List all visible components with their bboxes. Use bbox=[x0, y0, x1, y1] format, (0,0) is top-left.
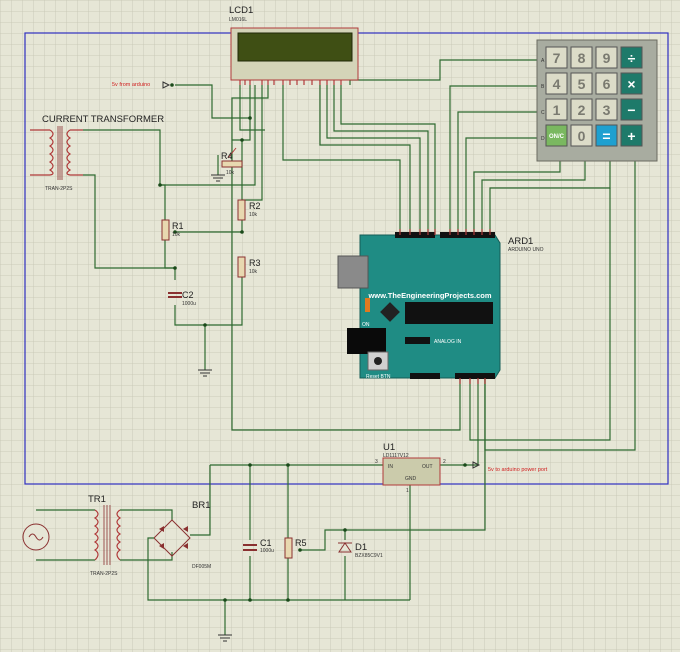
lcd-screen bbox=[237, 32, 353, 62]
key-label: − bbox=[627, 102, 635, 118]
svg-text:GND: GND bbox=[405, 476, 417, 482]
schematic-canvas[interactable]: LCD1 LM016L 7 8 9 ÷4 5 6 ×1 2 3 −ON/C 0 = + ABCD 5v … bbox=[0, 0, 680, 652]
svg-text:D1: D1 bbox=[355, 542, 367, 553]
website-label: www.TheEngineeringProjects.com bbox=[367, 291, 491, 300]
lcd-part: LM016L bbox=[229, 17, 247, 23]
svg-text:10k: 10k bbox=[249, 269, 258, 275]
svg-text:R2: R2 bbox=[249, 201, 261, 211]
key-label: 2 bbox=[578, 102, 586, 118]
keypad-row-label: C bbox=[541, 110, 545, 116]
key-3-3[interactable]: + bbox=[620, 124, 643, 147]
lcd-ref: LCD1 bbox=[229, 5, 253, 16]
key-2-2[interactable]: 3 bbox=[595, 98, 618, 121]
svg-text:BR1: BR1 bbox=[192, 500, 210, 511]
ac-source[interactable] bbox=[22, 523, 50, 551]
arduino-part: ARDUINO UNO bbox=[508, 247, 544, 253]
key-2-1[interactable]: 2 bbox=[570, 98, 593, 121]
svg-text:ON: ON bbox=[362, 322, 370, 328]
key-label: × bbox=[627, 76, 635, 92]
svg-text:U1: U1 bbox=[383, 442, 395, 453]
svg-text:TRAN-2P2S: TRAN-2P2S bbox=[90, 571, 118, 577]
key-label: + bbox=[627, 128, 635, 144]
svg-text:TR1: TR1 bbox=[88, 494, 106, 505]
key-1-2[interactable]: 6 bbox=[595, 72, 618, 95]
key-label: 9 bbox=[603, 50, 611, 66]
svg-text:R4: R4 bbox=[221, 151, 233, 161]
key-3-1[interactable]: 0 bbox=[570, 124, 593, 147]
svg-text:1000u: 1000u bbox=[182, 301, 196, 307]
key-3-0[interactable]: ON/C bbox=[545, 124, 568, 147]
key-label: 8 bbox=[578, 50, 586, 66]
key-label: 3 bbox=[603, 102, 611, 118]
svg-text:DF005M: DF005M bbox=[192, 564, 211, 570]
keypad[interactable]: 7 8 9 ÷4 5 6 ×1 2 3 −ON/C 0 = + ABCD bbox=[536, 39, 658, 162]
key-label: = bbox=[602, 128, 610, 144]
svg-text:10k: 10k bbox=[226, 170, 235, 176]
svg-text:R1: R1 bbox=[172, 221, 184, 231]
key-label: ÷ bbox=[628, 50, 636, 66]
usb-port bbox=[337, 255, 369, 289]
atmega-chip bbox=[405, 302, 493, 324]
current-transformer-title: CURRENT TRANSFORMER bbox=[42, 114, 164, 125]
svg-text:Reset BTN: Reset BTN bbox=[366, 374, 391, 380]
keypad-row-label: D bbox=[541, 136, 545, 142]
svg-text:R3: R3 bbox=[249, 258, 261, 268]
svg-text:IN: IN bbox=[388, 464, 393, 470]
svg-text:1000u: 1000u bbox=[260, 548, 274, 554]
key-1-0[interactable]: 4 bbox=[545, 72, 568, 95]
svg-text:C2: C2 bbox=[182, 290, 194, 300]
power-jack bbox=[347, 328, 386, 354]
key-3-2[interactable]: = bbox=[595, 124, 618, 147]
key-label: ON/C bbox=[549, 134, 565, 140]
from-arduino-label: 5v from arduino bbox=[112, 82, 150, 88]
key-0-0[interactable]: 7 bbox=[545, 46, 568, 69]
svg-text:1: 1 bbox=[406, 488, 409, 494]
svg-text:C1: C1 bbox=[260, 538, 272, 548]
key-0-1[interactable]: 8 bbox=[570, 46, 593, 69]
key-2-3[interactable]: − bbox=[620, 98, 643, 121]
svg-text:BZX85C9V1: BZX85C9V1 bbox=[355, 553, 383, 559]
arduino-ref: ARD1 bbox=[508, 236, 533, 247]
key-2-0[interactable]: 1 bbox=[545, 98, 568, 121]
key-1-3[interactable]: × bbox=[620, 72, 643, 95]
svg-text:10k: 10k bbox=[172, 232, 181, 238]
key-label: 6 bbox=[603, 76, 611, 92]
key-1-1[interactable]: 5 bbox=[570, 72, 593, 95]
key-0-3[interactable]: ÷ bbox=[620, 46, 643, 69]
svg-text:10k: 10k bbox=[249, 212, 258, 218]
to-arduino-label: 5v to arduino power port bbox=[488, 467, 548, 473]
key-label: 7 bbox=[553, 50, 561, 66]
key-label: 1 bbox=[553, 102, 561, 118]
svg-text:2: 2 bbox=[443, 459, 446, 465]
key-label: 5 bbox=[578, 76, 586, 92]
svg-text:ANALOG IN: ANALOG IN bbox=[434, 339, 462, 345]
svg-text:OUT: OUT bbox=[422, 464, 433, 470]
key-label: 4 bbox=[553, 76, 561, 92]
current-transformer-part: TRAN-2P2S bbox=[45, 186, 73, 192]
svg-text:3: 3 bbox=[375, 459, 378, 465]
key-0-2[interactable]: 9 bbox=[595, 46, 618, 69]
key-label: 0 bbox=[578, 128, 586, 144]
svg-text:R5: R5 bbox=[295, 538, 307, 548]
